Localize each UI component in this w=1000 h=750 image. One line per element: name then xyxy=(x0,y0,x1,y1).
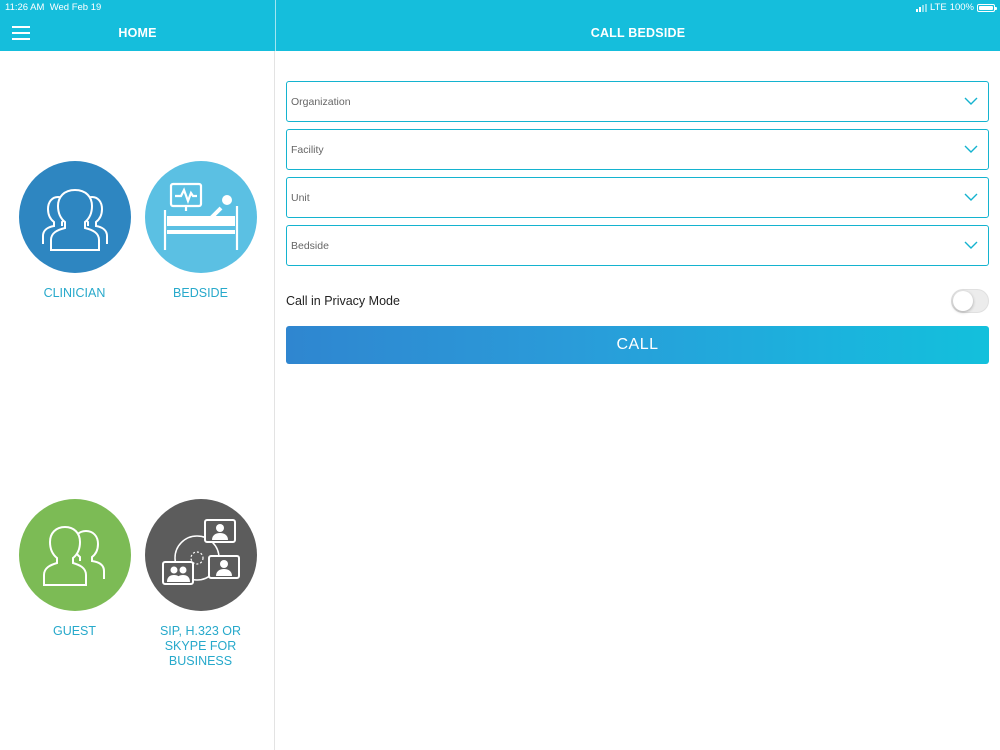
battery-percent: 100% xyxy=(949,2,974,13)
clinician-group-icon xyxy=(41,188,108,251)
privacy-mode-label: Call in Privacy Mode xyxy=(286,294,400,308)
unit-select[interactable]: Unit xyxy=(286,177,989,218)
status-bar-time: 11:26 AM Wed Feb 19 xyxy=(5,2,101,13)
guest-users-icon xyxy=(42,525,105,586)
page-title: CALL BEDSIDE xyxy=(590,26,686,40)
sip-skype-label: SIP, H.323 OR SKYPE FOR BUSINESS xyxy=(159,624,242,668)
chevron-down-icon xyxy=(964,97,978,105)
unit-placeholder: Unit xyxy=(291,192,310,204)
chevron-down-icon xyxy=(964,145,978,153)
status-bar-right: LTE 100% xyxy=(915,2,997,13)
status-time: 11:26 AM xyxy=(5,2,45,13)
hospital-bed-icon xyxy=(163,182,238,250)
signal-icon xyxy=(915,3,927,12)
organization-placeholder: Organization xyxy=(291,96,351,108)
facility-placeholder: Facility xyxy=(291,144,324,156)
sip-skype-tile[interactable]: SIP, H.323 OR SKYPE FOR BUSINESS xyxy=(138,499,263,669)
guest-tile[interactable]: GUEST xyxy=(12,499,137,639)
bedside-select[interactable]: Bedside xyxy=(286,225,989,266)
sip-skype-circle xyxy=(144,499,257,611)
battery-icon xyxy=(977,3,997,12)
guest-circle xyxy=(18,499,131,611)
clinician-tile[interactable]: CLINICIAN xyxy=(12,161,137,301)
bedside-circle xyxy=(144,161,257,273)
chevron-down-icon xyxy=(964,241,978,249)
video-conference-icon xyxy=(161,519,240,585)
chevron-down-icon xyxy=(964,193,978,201)
privacy-mode-row: Call in Privacy Mode xyxy=(286,288,989,314)
sidebar: CLINICIAN BEDSIDE GUEST SIP, H.323 OR SK… xyxy=(0,51,275,750)
status-date: Wed Feb 19 xyxy=(49,2,102,13)
bedside-label: BEDSIDE xyxy=(173,286,228,300)
clinician-circle xyxy=(18,161,131,273)
organization-select[interactable]: Organization xyxy=(286,81,989,122)
home-title: HOME xyxy=(118,26,157,40)
top-bar: 11:26 AM Wed Feb 19 LTE 100% HOME CALL B… xyxy=(0,0,1000,51)
call-bedside-form: Organization Facility Unit Bedside xyxy=(286,81,989,273)
clinician-label: CLINICIAN xyxy=(43,286,106,300)
network-type: LTE xyxy=(929,2,947,13)
privacy-mode-toggle[interactable] xyxy=(951,289,989,313)
guest-label: GUEST xyxy=(52,624,97,638)
call-button[interactable]: CALL xyxy=(286,326,989,364)
toggle-knob xyxy=(953,291,973,311)
bedside-tile[interactable]: BEDSIDE xyxy=(138,161,263,301)
facility-select[interactable]: Facility xyxy=(286,129,989,170)
bedside-placeholder: Bedside xyxy=(291,240,329,252)
